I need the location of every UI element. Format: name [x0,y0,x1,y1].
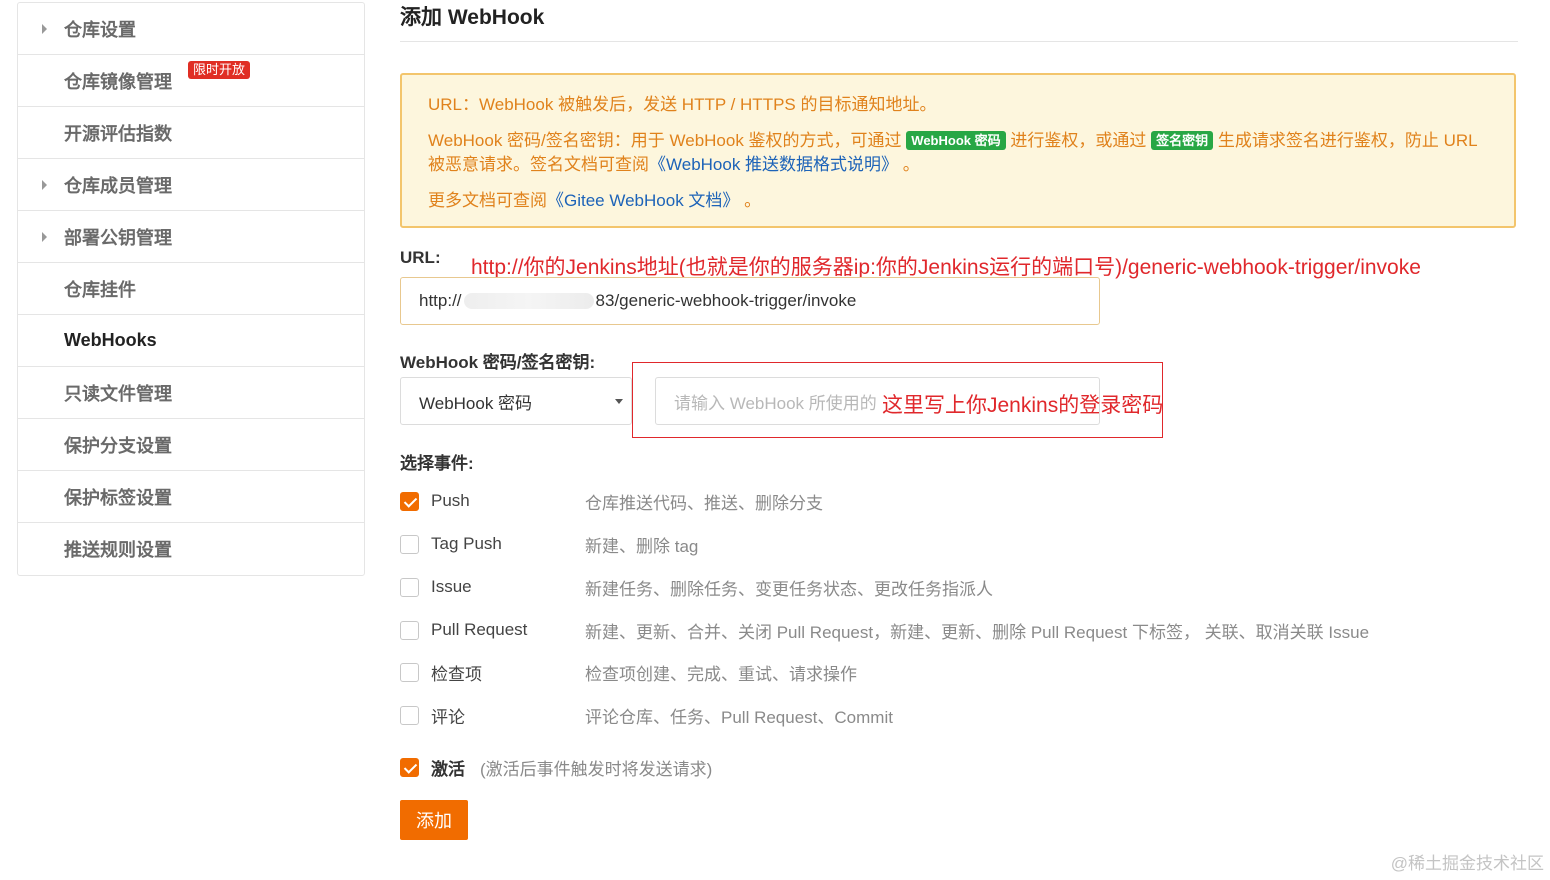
event-desc: 检查项创建、完成、重试、请求操作 [585,664,857,684]
push-data-format-link[interactable]: 《WebHook 推送数据格式说明》 [649,155,898,174]
sidebar-item-label: 保护标签设置 [64,487,172,508]
events-label: 选择事件: [400,454,474,473]
event-row-tag-push: Tag Push 新建、删除 tag [400,531,698,557]
url-label: URL: [400,248,441,267]
notice-text: 进行鉴权，或通过 [1010,131,1147,150]
issue-checkbox[interactable] [400,577,419,597]
sidebar-item-members[interactable]: 仓库成员管理 [18,159,364,211]
check-checkbox[interactable] [400,662,419,682]
sidebar-item-label: 仓库成员管理 [64,175,172,196]
sidebar-item-readonly-files[interactable]: 只读文件管理 [18,367,364,419]
notice-line: 更多文档可查阅《Gitee WebHook 文档》 。 [428,189,1488,213]
event-row-pull-request: Pull Request 新建、更新、合并、关闭 Pull Request，新建… [400,617,1369,643]
notice-text: WebHook 密码/签名密钥：用于 WebHook 鉴权的方式，可通过 [428,131,902,150]
url-input[interactable]: http:// 83/generic-webhook-trigger/invoke [400,277,1100,325]
event-row-check: 检查项 检查项创建、完成、重试、请求操作 [400,659,857,685]
caret-right-icon [42,231,47,242]
url-value-suffix: 83/generic-webhook-trigger/invoke [595,291,857,310]
activate-label: 激活 [431,759,465,779]
redacted-address [463,293,594,309]
sidebar-item-label: 部署公钥管理 [64,227,172,248]
secret-type-value: WebHook 密码 [419,393,533,413]
sidebar-item-oss-index[interactable]: 开源评估指数 [18,107,364,159]
event-row-comment: 评论 评论仓库、任务、Pull Request、Commit [400,702,893,728]
sidebar-item-repo-settings[interactable]: 仓库设置 [18,3,364,55]
secret-label: WebHook 密码/签名密钥: [400,353,596,372]
event-name: 评论 [431,707,465,727]
signature-key-tag: 签名密钥 [1151,131,1214,150]
event-name: Issue [431,577,472,596]
settings-sidebar: 仓库设置 仓库镜像管理 限时开放 开源评估指数 仓库成员管理 部署公钥管理 仓库挂… [17,2,365,576]
sidebar-item-deploy-keys[interactable]: 部署公钥管理 [18,211,364,263]
event-desc: 新建、删除 tag [585,536,699,556]
tag-push-checkbox[interactable] [400,534,419,554]
notice-line: URL：WebHook 被触发后，发送 HTTP / HTTPS 的目标通知地址… [428,95,937,114]
sidebar-item-label: 仓库挂件 [64,279,136,300]
notice-text: 。 [902,155,920,174]
sidebar-item-widgets[interactable]: 仓库挂件 [18,263,364,315]
sidebar-item-label: 开源评估指数 [64,123,172,144]
info-notice: URL：WebHook 被触发后，发送 HTTP / HTTPS 的目标通知地址… [400,73,1516,228]
comment-checkbox[interactable] [400,705,419,725]
sidebar-item-protected-branches[interactable]: 保护分支设置 [18,419,364,471]
webhook-password-tag: WebHook 密码 [906,131,1006,150]
page-title: 添加 WebHook [400,0,1518,42]
sidebar-item-label: 推送规则设置 [64,540,172,560]
notice-text: 更多文档可查阅 [428,191,547,210]
gitee-webhook-docs-link[interactable]: 《Gitee WebHook 文档》 [547,191,739,210]
caret-right-icon [42,23,47,34]
event-desc: 仓库推送代码、推送、删除分支 [585,493,823,513]
sidebar-item-webhooks[interactable]: WebHooks [18,315,364,367]
activate-hint: (激活后事件触发时将发送请求) [480,759,713,779]
sidebar-item-label: 只读文件管理 [64,383,172,404]
chevron-down-icon [615,399,623,404]
watermark: @稀土掘金技术社区 [1390,854,1544,873]
event-name: 检查项 [431,664,482,684]
activate-row: 激活 (激活后事件触发时将发送请求) [400,754,712,780]
sidebar-item-label: 仓库设置 [64,19,136,40]
caret-right-icon [42,179,47,190]
event-row-issue: Issue 新建任务、删除任务、变更任务状态、更改任务指派人 [400,574,993,600]
notice-line: WebHook 密码/签名密钥：用于 WebHook 鉴权的方式，可通过 Web… [428,129,1488,177]
webhook-form: 添加 WebHook URL：WebHook 被触发后，发送 HTTP / HT… [400,0,1518,840]
sidebar-item-push-rules[interactable]: 推送规则设置 [18,523,364,575]
sidebar-item-protected-tags[interactable]: 保护标签设置 [18,471,364,523]
sidebar-item-label: WebHooks [64,330,157,350]
sidebar-item-label: 仓库镜像管理 [64,71,172,92]
url-value-prefix: http:// [419,291,462,310]
event-name: Push [431,491,470,510]
activate-checkbox[interactable] [400,757,419,777]
annotation-highlight-box [632,362,1163,438]
event-desc: 评论仓库、任务、Pull Request、Commit [585,707,893,727]
sidebar-item-label: 保护分支设置 [64,435,172,456]
pull-request-checkbox[interactable] [400,620,419,640]
event-name: Tag Push [431,534,502,553]
sidebar-item-mirror[interactable]: 仓库镜像管理 限时开放 [18,55,364,107]
notice-text: 。 [744,191,762,210]
push-checkbox[interactable] [400,491,419,511]
event-desc: 新建任务、删除任务、变更任务状态、更改任务指派人 [585,579,993,599]
event-name: Pull Request [431,620,528,639]
secret-type-select[interactable]: WebHook 密码 [400,377,632,425]
event-row-push: Push 仓库推送代码、推送、删除分支 [400,488,823,514]
add-button[interactable]: 添加 [400,800,468,840]
limited-badge: 限时开放 [188,61,251,79]
event-desc: 新建、更新、合并、关闭 Pull Request，新建、更新、删除 Pull R… [585,622,1370,642]
